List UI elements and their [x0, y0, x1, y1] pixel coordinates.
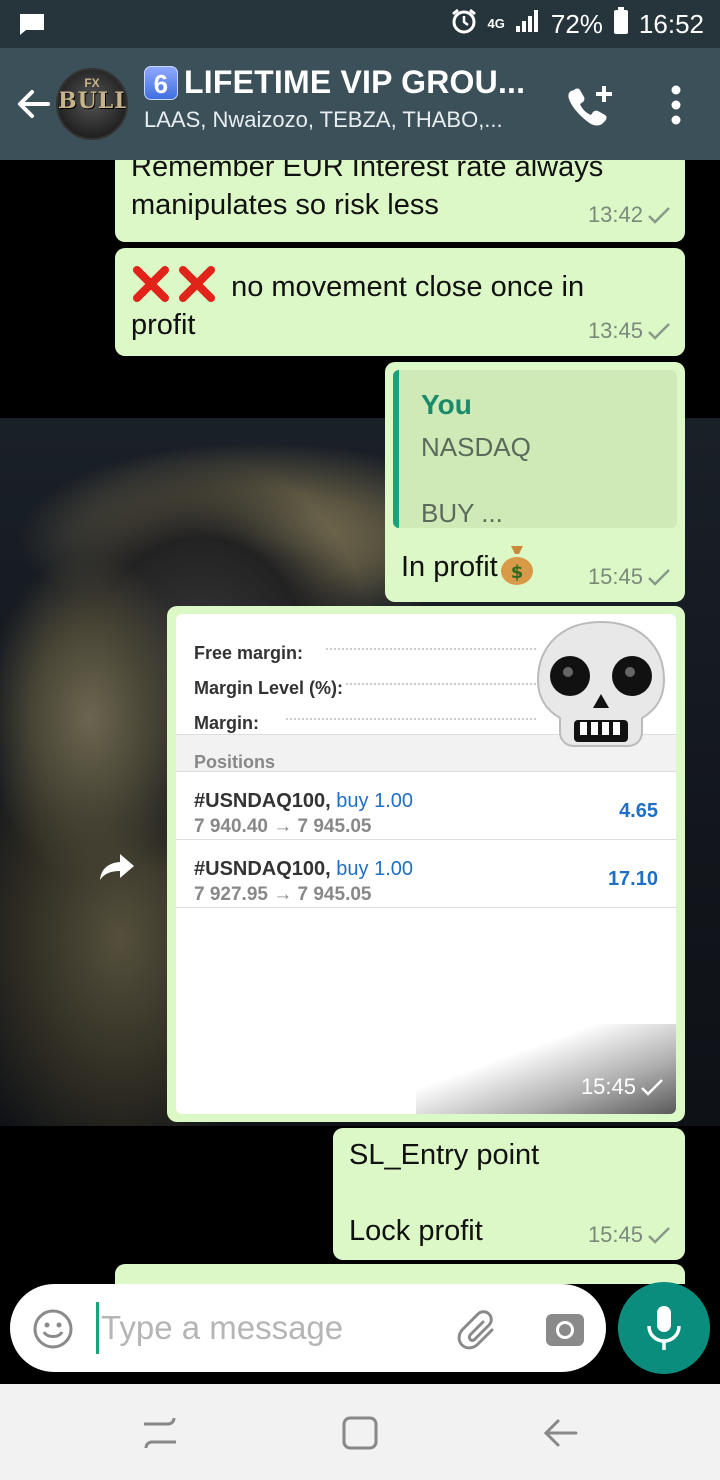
position-profit: 4.65 [619, 800, 658, 822]
account-row-label: Margin Level (%): [194, 678, 344, 698]
group-title: LIFETIME VIP GROU... [184, 64, 526, 100]
attach-button[interactable] [456, 1308, 500, 1352]
recent-apps-icon [144, 1417, 176, 1449]
message-bubble[interactable] [115, 1264, 685, 1284]
forward-button[interactable] [98, 850, 138, 884]
trading-screenshot-image[interactable]: Free margin: Margin Level (%): Margin: P… [176, 614, 676, 1114]
group-members: LAAS, Nwaizozo, TEBZA, THABO,... [144, 107, 503, 132]
sent-check-icon [641, 1079, 663, 1096]
message-time: 15:45 [587, 1222, 643, 1247]
nav-back-button[interactable] [540, 1414, 580, 1452]
position-profit: 17.10 [607, 868, 658, 890]
nav-back-icon [543, 1419, 578, 1447]
skull-emoji-icon [536, 620, 666, 747]
message-composer [10, 1284, 606, 1372]
reply-message-bubble[interactable]: You NASDAQ BUY ... In profit $ 15:45 [385, 362, 685, 602]
emoji-button[interactable] [32, 1308, 74, 1350]
chat-header: FX BULLS 6 LIFETIME VIP GROU... LAAS, Nw… [0, 48, 720, 160]
network-type-indicator: 4G [487, 16, 505, 31]
home-button[interactable] [340, 1414, 380, 1452]
add-call-button[interactable] [564, 82, 618, 128]
message-input[interactable] [96, 1302, 436, 1354]
paperclip-icon [457, 1310, 494, 1350]
message-time: 13:42 [587, 202, 643, 227]
add-call-icon [568, 86, 612, 126]
quoted-message[interactable]: You NASDAQ BUY ... [393, 370, 677, 528]
chat-area[interactable]: Remember EUR Interest rate always manipu… [0, 160, 720, 1284]
group-number-badge: 6 [144, 65, 178, 100]
message-time: 13:45 [587, 318, 643, 343]
more-vert-icon [671, 85, 681, 125]
sent-check-icon [648, 1227, 670, 1244]
message-bubble[interactable]: no movement close once in profit 13:45 [115, 248, 685, 356]
cross-mark-emoji-icon [133, 266, 169, 302]
voice-record-button[interactable] [618, 1282, 710, 1374]
message-bubble[interactable]: Remember EUR Interest rate always manipu… [115, 160, 685, 242]
quoted-text-line: NASDAQ [421, 432, 531, 462]
mic-icon [647, 1306, 681, 1350]
group-info[interactable]: 6 LIFETIME VIP GROU... LAAS, Nwaizozo, T… [144, 64, 554, 133]
recent-apps-button[interactable] [140, 1414, 180, 1452]
dotted-leader [326, 648, 536, 650]
alarm-icon [450, 7, 478, 42]
forward-icon [100, 854, 134, 880]
money-bag-emoji-icon: $ [500, 546, 533, 585]
sent-check-icon [648, 323, 670, 340]
back-button[interactable] [12, 82, 56, 126]
battery-percent: 72% [550, 8, 603, 39]
camera-button[interactable] [544, 1310, 586, 1348]
emoji-icon [33, 1309, 73, 1349]
battery-icon [613, 6, 629, 42]
sent-check-icon [648, 207, 670, 224]
account-row-label: Free margin: [194, 643, 304, 663]
dotted-leader [346, 683, 536, 685]
back-arrow-icon [18, 90, 50, 118]
message-notification-icon [18, 12, 46, 41]
message-time: 15:45 [587, 564, 643, 589]
quoted-author: You [421, 389, 472, 420]
cross-mark-emoji-icon [179, 266, 215, 302]
position-row: #USNDAQ100, buy 1.00 7 940.40 → 7 945.05… [176, 772, 676, 840]
message-text: SL_Entry point [349, 1139, 540, 1171]
message-text: Lock profit [349, 1215, 483, 1247]
system-navigation-bar [0, 1384, 720, 1480]
message-bubble[interactable]: SL_Entry point Lock profit 15:45 [333, 1128, 685, 1260]
more-options-button[interactable] [656, 82, 696, 128]
position-prices: 7 927.95 → 7 945.05 [194, 884, 372, 905]
signal-icon [515, 9, 541, 40]
clock: 16:52 [638, 8, 704, 39]
message-text: In profit [401, 551, 498, 583]
sent-check-icon [648, 569, 670, 586]
status-bar: 4G 72% 16:52 [0, 0, 720, 48]
image-message-bubble[interactable]: Free margin: Margin Level (%): Margin: P… [167, 606, 685, 1122]
camera-icon [546, 1314, 584, 1346]
quoted-text-line: BUY ... [421, 498, 503, 528]
home-icon [342, 1416, 378, 1450]
svg-text:$: $ [510, 562, 523, 583]
message-time: 15:45 [580, 1074, 636, 1099]
dotted-leader [286, 718, 536, 720]
avatar-logo-text: BULLS [58, 88, 126, 114]
group-avatar[interactable]: FX BULLS [56, 68, 128, 140]
position-row: #USNDAQ100, buy 1.00 7 927.95 → 7 945.05… [176, 840, 676, 908]
